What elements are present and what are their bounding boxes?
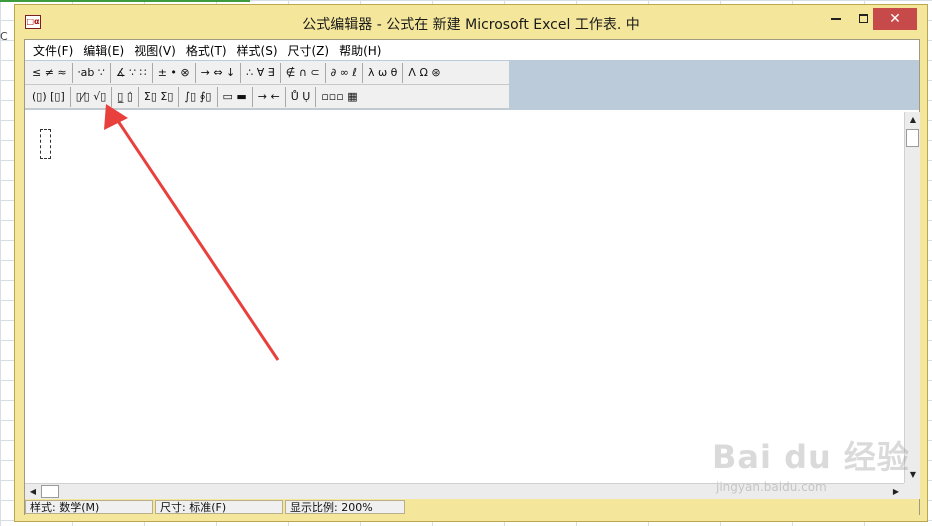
toolbar-area: ≤ ≠ ≈ ⸱ab ∵ ∡ ∵ ∷ ± • ⊗ → ⇔ ↓ ∴ ∀ ∃ ∉ ∩ …	[25, 60, 919, 110]
baidu-watermark: Bai du 经验 jingyan.baidu.com	[712, 428, 912, 508]
menu-bar: 文件(F) 编辑(E) 视图(V) 格式(T) 样式(S) 尺寸(Z) 帮助(H…	[25, 40, 919, 60]
equation-input-slot[interactable]	[40, 129, 51, 159]
embellishments-palette-button[interactable]: ∡ ∵ ∷	[111, 62, 153, 83]
horizontal-scroll-thumb[interactable]	[41, 485, 59, 498]
menu-edit[interactable]: 编辑(E)	[79, 42, 128, 59]
sheet-column-fragment: C	[0, 30, 8, 43]
spaces-ellipses-palette-button[interactable]: ⸱ab ∵	[73, 62, 111, 83]
window-title: 公式编辑器 - 公式在 新建 Microsoft Excel 工作表. 中	[302, 17, 640, 33]
fence-templates-button[interactable]: (▯) [▯]	[27, 86, 71, 107]
menu-file[interactable]: 文件(F)	[29, 42, 77, 59]
watermark-brand: Bai du 经验	[712, 438, 910, 476]
minimize-button[interactable]	[821, 8, 851, 30]
menu-format[interactable]: 格式(T)	[182, 42, 231, 59]
maximize-icon	[858, 14, 868, 23]
watermark-url: jingyan.baidu.com	[716, 480, 827, 494]
scroll-left-arrow[interactable]: ◀	[25, 484, 41, 499]
sheet-top-border	[0, 0, 250, 2]
set-theory-palette-button[interactable]: ∉ ∩ ⊂	[281, 62, 326, 83]
minimize-icon	[831, 17, 841, 20]
matrix-templates-button[interactable]: ▫▫▫ ▦	[316, 87, 362, 107]
operators-palette-button[interactable]: ± • ⊗	[153, 62, 196, 83]
relations-palette-button[interactable]: ≤ ≠ ≈	[27, 62, 73, 83]
status-zoom: 显示比例: 200%	[285, 500, 405, 514]
scroll-up-arrow[interactable]: ▲	[905, 112, 921, 128]
menu-size[interactable]: 尺寸(Z)	[284, 42, 334, 59]
subscript-superscript-templates-button[interactable]: ▯̲ ▯̇	[112, 86, 139, 107]
logic-palette-button[interactable]: ∴ ∀ ∃	[241, 62, 281, 83]
labeled-arrow-templates-button[interactable]: → ←	[253, 86, 286, 107]
summation-templates-button[interactable]: Σ▯ Σ▯	[139, 86, 180, 107]
template-palette-row: (▯) [▯] ▯⁄▯ √▯ ▯̲ ▯̇ Σ▯ Σ▯ ∫▯ ∮▯ ▭ ▬ → ←…	[25, 85, 509, 109]
close-button[interactable]: ✕	[873, 8, 917, 30]
arrows-palette-button[interactable]: → ⇔ ↓	[196, 62, 242, 83]
symbol-palette-row: ≤ ≠ ≈ ⸱ab ∵ ∡ ∵ ∷ ± • ⊗ → ⇔ ↓ ∴ ∀ ∃ ∉ ∩ …	[25, 61, 509, 85]
menu-help[interactable]: 帮助(H)	[335, 42, 385, 59]
fraction-radical-templates-button[interactable]: ▯⁄▯ √▯	[71, 86, 113, 107]
title-bar[interactable]: □α 公式编辑器 - 公式在 新建 Microsoft Excel 工作表. 中…	[15, 5, 927, 39]
status-size: 尺寸: 标准(F)	[155, 500, 283, 514]
greek-lowercase-palette-button[interactable]: λ ω θ	[363, 62, 404, 83]
menu-style[interactable]: 样式(S)	[233, 42, 282, 59]
greek-uppercase-palette-button[interactable]: Λ Ω ⊛	[403, 63, 445, 83]
status-style: 样式: 数学(M)	[25, 500, 153, 514]
products-set-templates-button[interactable]: Ů Ụ	[286, 86, 317, 107]
underbar-overbar-templates-button[interactable]: ▭ ▬	[218, 86, 253, 107]
vertical-scroll-thumb[interactable]	[906, 129, 919, 147]
menu-view[interactable]: 视图(V)	[130, 42, 180, 59]
misc-symbols-palette-button[interactable]: ∂ ∞ ℓ	[326, 62, 363, 83]
integral-templates-button[interactable]: ∫▯ ∮▯	[179, 86, 218, 107]
